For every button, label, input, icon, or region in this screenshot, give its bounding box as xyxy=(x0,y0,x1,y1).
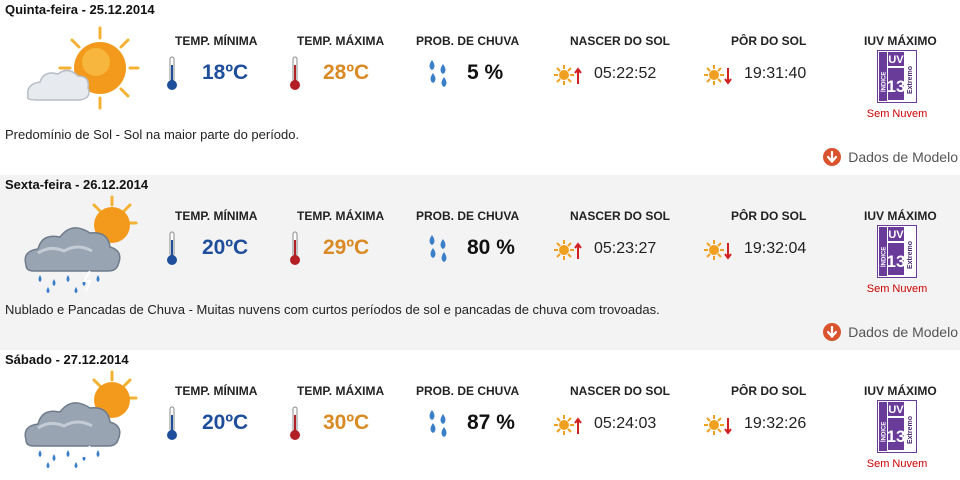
thermometer-cold-icon xyxy=(167,231,177,265)
rain-prob-value: 80 % xyxy=(467,236,515,259)
uv-max-header: IUV MÁXIMO xyxy=(864,209,937,223)
uv-index-value: 13 xyxy=(887,77,906,96)
uv-index-value: 13 xyxy=(887,252,906,271)
uv-status: Sem Nuvem xyxy=(866,108,928,120)
sunrise-time: 05:22:52 xyxy=(594,65,657,82)
sunrise-time: 05:24:03 xyxy=(594,415,657,432)
uv-label: UV xyxy=(888,404,904,416)
sunset-time: 19:31:40 xyxy=(744,65,807,82)
uv-index-badge: ÍNDICE UV 13 Extremo xyxy=(877,50,917,103)
day-title: Quinta-feira - 25.12.2014 xyxy=(5,2,155,17)
rain-prob-value: 87 % xyxy=(467,411,515,434)
model-data-label[interactable]: Dados de Modelo xyxy=(848,149,958,165)
sunset-icon xyxy=(704,65,732,85)
storm-cloud-with-sun-icon xyxy=(24,195,138,293)
temp-max-header: TEMP. MÁXIMA xyxy=(297,34,385,48)
chevron-down-circle-icon[interactable] xyxy=(822,322,842,342)
sunrise-icon xyxy=(554,65,582,85)
forecast-day: Quinta-feira - 25.12.2014 TEMP. MÍNIMA 1… xyxy=(0,0,960,175)
uv-max-header: IUV MÁXIMO xyxy=(864,384,937,398)
day-title: Sexta-feira - 26.12.2014 xyxy=(5,177,149,192)
model-data-link[interactable]: Dados de Modelo xyxy=(822,322,958,342)
forecast-description: Predomínio de Sol - Sol na maior parte d… xyxy=(5,127,300,142)
sunrise-time: 05:23:27 xyxy=(594,240,657,257)
temp-min-value: 20ºC xyxy=(202,411,249,434)
rain-drops-icon xyxy=(429,235,447,262)
temp-min-header: TEMP. MÍNIMA xyxy=(175,34,258,48)
temp-max-header: TEMP. MÁXIMA xyxy=(297,384,385,398)
thermometer-cold-icon xyxy=(167,56,177,90)
uv-index-badge: ÍNDICE UV 13 Extremo xyxy=(877,225,917,278)
sunset-header: PÔR DO SOL xyxy=(731,34,807,48)
thermometer-hot-icon xyxy=(290,56,300,90)
rain-prob-header: PROB. DE CHUVA xyxy=(416,384,520,398)
chevron-down-circle-icon[interactable] xyxy=(822,147,842,167)
temp-min-value: 20ºC xyxy=(202,236,249,259)
temp-max-value: 30ºC xyxy=(323,411,370,434)
model-data-label[interactable]: Dados de Modelo xyxy=(848,324,958,340)
temp-min-header: TEMP. MÍNIMA xyxy=(175,209,258,223)
uv-label: UV xyxy=(888,54,904,66)
uv-label: UV xyxy=(888,229,904,241)
uv-max-header: IUV MÁXIMO xyxy=(864,34,937,48)
uv-level-label: Extremo xyxy=(907,416,914,444)
temp-max-value: 29ºC xyxy=(323,236,370,259)
sunset-icon xyxy=(704,415,732,435)
sunrise-header: NASCER DO SOL xyxy=(570,384,671,398)
sunrise-icon xyxy=(554,415,582,435)
model-data-link[interactable]: Dados de Modelo xyxy=(822,147,958,167)
uv-index-value: 13 xyxy=(887,427,906,446)
thermometer-hot-icon xyxy=(290,231,300,265)
rain-prob-header: PROB. DE CHUVA xyxy=(416,34,520,48)
rain-prob-value: 5 % xyxy=(467,61,504,84)
uv-level-label: Extremo xyxy=(907,66,914,94)
forecast-day: Sexta-feira - 26.12.2014 TEMP. MÍNIMA 20… xyxy=(0,175,960,350)
uv-level-label: Extremo xyxy=(907,241,914,269)
sun-with-cloud-icon xyxy=(26,26,140,110)
sunrise-header: NASCER DO SOL xyxy=(570,209,671,223)
rain-drops-icon xyxy=(429,60,447,87)
rain-prob-header: PROB. DE CHUVA xyxy=(416,209,520,223)
forecast-description: Nublado e Pancadas de Chuva - Muitas nuv… xyxy=(5,302,660,317)
uv-status: Sem Nuvem xyxy=(866,458,928,470)
storm-cloud-with-sun-icon xyxy=(24,370,138,468)
temp-min-value: 18ºC xyxy=(202,61,249,84)
thermometer-cold-icon xyxy=(167,406,177,440)
temp-min-header: TEMP. MÍNIMA xyxy=(175,384,258,398)
temp-max-header: TEMP. MÁXIMA xyxy=(297,209,385,223)
sunset-icon xyxy=(704,240,732,260)
thermometer-hot-icon xyxy=(290,406,300,440)
temp-max-value: 28ºC xyxy=(323,61,370,84)
sunrise-header: NASCER DO SOL xyxy=(570,34,671,48)
sunset-header: PÔR DO SOL xyxy=(731,209,807,223)
uv-status: Sem Nuvem xyxy=(866,283,928,295)
day-title: Sábado - 27.12.2014 xyxy=(5,352,129,367)
sunset-time: 19:32:26 xyxy=(744,415,807,432)
rain-drops-icon xyxy=(429,410,447,437)
uv-index-badge: ÍNDICE UV 13 Extremo xyxy=(877,400,917,453)
forecast-day: Sábado - 27.12.2014 TEMP. MÍNIMA 20ºC TE… xyxy=(0,350,960,480)
sunset-header: PÔR DO SOL xyxy=(731,384,807,398)
sunrise-icon xyxy=(554,240,582,260)
sunset-time: 19:32:04 xyxy=(744,240,807,257)
